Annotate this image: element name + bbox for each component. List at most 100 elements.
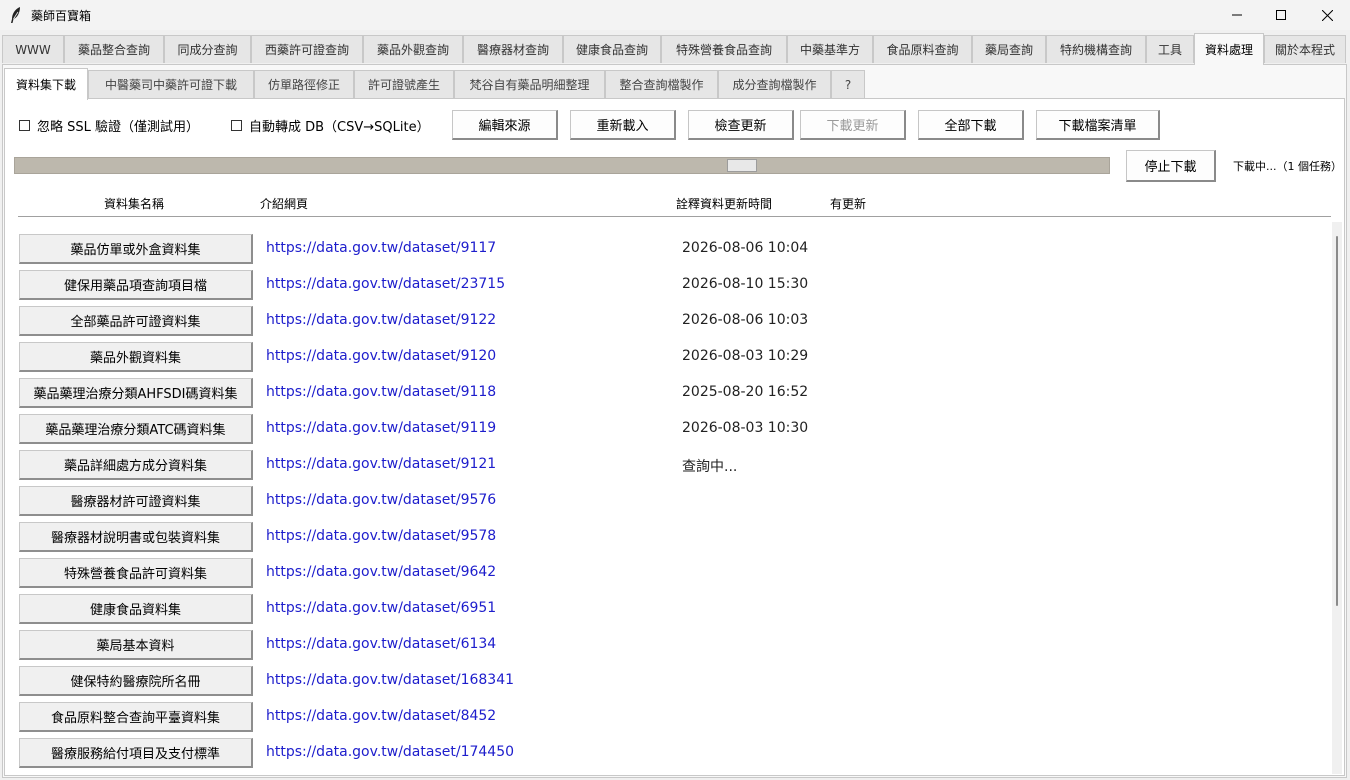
- subtab-ingredient-file-build[interactable]: 成分查詢檔製作: [718, 70, 831, 98]
- download-file-list-button[interactable]: 下載檔案清單: [1036, 110, 1160, 140]
- edit-source-button[interactable]: 編輯來源: [452, 110, 558, 140]
- download-status-text: 下載中...（1 個任務）: [1233, 160, 1342, 173]
- close-button[interactable]: [1304, 0, 1350, 30]
- column-header-has-update: 有更新: [830, 197, 867, 211]
- stop-download-button[interactable]: 停止下載: [1126, 150, 1216, 182]
- dataset-button[interactable]: 特殊營養食品許可資料集: [19, 558, 253, 588]
- dataset-row: 健保特約醫療院所名冊 https://data.gov.tw/dataset/1…: [0, 666, 1330, 702]
- tab-tools[interactable]: 工具: [1146, 35, 1194, 63]
- dataset-row: 特殊營養食品許可資料集 https://data.gov.tw/dataset/…: [0, 558, 1330, 594]
- dataset-updated-time: 2026-08-06 10:03: [682, 312, 809, 328]
- dataset-link[interactable]: https://data.gov.tw/dataset/9117: [266, 240, 496, 256]
- dataset-link[interactable]: https://data.gov.tw/dataset/6951: [266, 600, 496, 616]
- dataset-button[interactable]: 藥品藥理治療分類ATC碼資料集: [19, 414, 253, 444]
- column-header-updated: 詮釋資料更新時間: [676, 197, 773, 211]
- dataset-row: 醫療器材許可證資料集 https://data.gov.tw/dataset/9…: [0, 486, 1330, 522]
- tab-health-food[interactable]: 健康食品查詢: [563, 35, 661, 63]
- dataset-link[interactable]: https://data.gov.tw/dataset/9119: [266, 420, 496, 436]
- dataset-link[interactable]: https://data.gov.tw/dataset/9121: [266, 456, 496, 472]
- dataset-updated-time: 查詢中...: [682, 459, 738, 475]
- dataset-link[interactable]: https://data.gov.tw/dataset/9576: [266, 492, 496, 508]
- dataset-row: 藥品藥理治療分類AHFSDI碼資料集 https://data.gov.tw/d…: [0, 378, 1330, 414]
- dataset-button[interactable]: 健康食品資料集: [19, 594, 253, 624]
- reload-button[interactable]: 重新載入: [570, 110, 676, 140]
- subtab-vangogh-drug-list[interactable]: 梵谷自有藥品明細整理: [454, 70, 605, 98]
- download-update-button[interactable]: 下載更新: [800, 110, 906, 140]
- dataset-button[interactable]: 藥品外觀資料集: [19, 342, 253, 372]
- dataset-link[interactable]: https://data.gov.tw/dataset/9120: [266, 348, 496, 364]
- progress-indicator: [727, 159, 757, 172]
- dataset-row: 藥品詳細處方成分資料集 https://data.gov.tw/dataset/…: [0, 450, 1330, 486]
- subtab-license-number-gen[interactable]: 許可證號產生: [354, 70, 454, 98]
- maximize-button[interactable]: [1258, 0, 1304, 30]
- dataset-link[interactable]: https://data.gov.tw/dataset/174450: [266, 744, 514, 760]
- subtab-tcm-license-download[interactable]: 中醫藥司中藥許可證下載: [88, 70, 254, 98]
- checkbox-box[interactable]: [19, 119, 30, 131]
- dataset-button[interactable]: 健保特約醫療院所名冊: [19, 666, 253, 696]
- dataset-updated-time: 2026-08-03 10:29: [682, 348, 809, 364]
- ignore-ssl-checkbox[interactable]: 忽略 SSL 驗證（僅測試用）: [19, 117, 199, 135]
- dataset-link[interactable]: https://data.gov.tw/dataset/6134: [266, 636, 496, 652]
- dataset-row: 食品原料整合查詢平臺資料集 https://data.gov.tw/datase…: [0, 702, 1330, 738]
- dataset-link[interactable]: https://data.gov.tw/dataset/9118: [266, 384, 496, 400]
- tab-drug-appearance[interactable]: 藥品外觀查詢: [363, 35, 463, 63]
- tab-medical-device[interactable]: 醫療器材查詢: [463, 35, 563, 63]
- dataset-button[interactable]: 醫療器材許可證資料集: [19, 486, 253, 516]
- download-all-button[interactable]: 全部下載: [918, 110, 1024, 140]
- dataset-button[interactable]: 食品原料整合查詢平臺資料集: [19, 702, 253, 732]
- dataset-button[interactable]: 藥品詳細處方成分資料集: [19, 450, 253, 480]
- scrollbar-thumb[interactable]: [1336, 236, 1338, 606]
- tab-western-drug-license[interactable]: 西藥許可證查詢: [251, 35, 363, 63]
- header-divider: [18, 216, 1331, 217]
- close-icon: [1321, 9, 1333, 21]
- tab-pharmacy-search[interactable]: 藥局查詢: [972, 35, 1046, 63]
- title-bar: 藥師百寶箱: [0, 0, 1350, 30]
- dataset-row: 醫療器材說明書或包裝資料集 https://data.gov.tw/datase…: [0, 522, 1330, 558]
- minimize-button[interactable]: [1214, 0, 1260, 30]
- dataset-button[interactable]: 藥品仿單或外盒資料集: [19, 234, 253, 264]
- tab-contracted-institution[interactable]: 特約機構查詢: [1046, 35, 1146, 63]
- dataset-row: 全部藥品許可證資料集 https://data.gov.tw/dataset/9…: [0, 306, 1330, 342]
- dataset-button[interactable]: 藥品藥理治療分類AHFSDI碼資料集: [19, 378, 253, 408]
- vertical-scrollbar[interactable]: [1332, 222, 1342, 774]
- check-update-button[interactable]: 檢查更新: [688, 110, 794, 140]
- dataset-updated-time: 2025-08-20 16:52: [682, 384, 809, 400]
- dataset-row: 藥品仿單或外盒資料集 https://data.gov.tw/dataset/9…: [0, 234, 1330, 270]
- dataset-updated-time: 2026-08-06 10:04: [682, 240, 809, 256]
- dataset-row: 醫療服務給付項目及支付標準 https://data.gov.tw/datase…: [0, 738, 1330, 774]
- subtab-help[interactable]: ?: [831, 70, 865, 98]
- dataset-link[interactable]: https://data.gov.tw/dataset/9122: [266, 312, 496, 328]
- dataset-row: 健保用藥品項查詢項目檔 https://data.gov.tw/dataset/…: [0, 270, 1330, 306]
- dataset-button[interactable]: 全部藥品許可證資料集: [19, 306, 253, 336]
- dataset-button[interactable]: 醫療器材說明書或包裝資料集: [19, 522, 253, 552]
- dataset-button[interactable]: 醫療服務給付項目及支付標準: [19, 738, 253, 768]
- dataset-link[interactable]: https://data.gov.tw/dataset/8452: [266, 708, 496, 724]
- download-progress-bar: [14, 157, 1110, 174]
- window-title: 藥師百寶箱: [31, 9, 92, 23]
- tab-chinese-medicine-formula[interactable]: 中藥基準方: [787, 35, 873, 63]
- dataset-link[interactable]: https://data.gov.tw/dataset/9578: [266, 528, 496, 544]
- subtab-leaflet-path-fix[interactable]: 仿單路徑修正: [254, 70, 354, 98]
- dataset-button[interactable]: 健保用藥品項查詢項目檔: [19, 270, 253, 300]
- dataset-link[interactable]: https://data.gov.tw/dataset/168341: [266, 672, 514, 688]
- tab-www[interactable]: WWW: [2, 35, 64, 63]
- tab-food-ingredient[interactable]: 食品原料查詢: [873, 35, 972, 63]
- dataset-row: 健康食品資料集 https://data.gov.tw/dataset/6951: [0, 594, 1330, 630]
- auto-db-checkbox[interactable]: 自動轉成 DB（CSV→SQLite）: [231, 117, 430, 135]
- dataset-row: 藥品外觀資料集 https://data.gov.tw/dataset/9120…: [0, 342, 1330, 378]
- subtab-dataset-download[interactable]: 資料集下載: [4, 68, 88, 100]
- tab-drug-integrated-search[interactable]: 藥品整合查詢: [64, 35, 164, 63]
- tab-about[interactable]: 關於本程式: [1264, 35, 1346, 63]
- minimize-icon: [1232, 14, 1242, 16]
- dataset-link[interactable]: https://data.gov.tw/dataset/9642: [266, 564, 496, 580]
- tab-same-ingredient-search[interactable]: 同成分查詢: [164, 35, 251, 63]
- column-header-page: 介紹網頁: [260, 197, 309, 211]
- tab-data-processing[interactable]: 資料處理: [1194, 33, 1264, 65]
- dataset-link[interactable]: https://data.gov.tw/dataset/23715: [266, 276, 505, 292]
- tab-special-nutrition-food[interactable]: 特殊營養食品查詢: [661, 35, 787, 63]
- column-header-name: 資料集名稱: [104, 197, 165, 211]
- subtab-integrated-file-build[interactable]: 整合查詢檔製作: [605, 70, 718, 98]
- dataset-row: 藥品藥理治療分類ATC碼資料集 https://data.gov.tw/data…: [0, 414, 1330, 450]
- dataset-button[interactable]: 藥局基本資料: [19, 630, 253, 660]
- checkbox-box[interactable]: [231, 119, 242, 131]
